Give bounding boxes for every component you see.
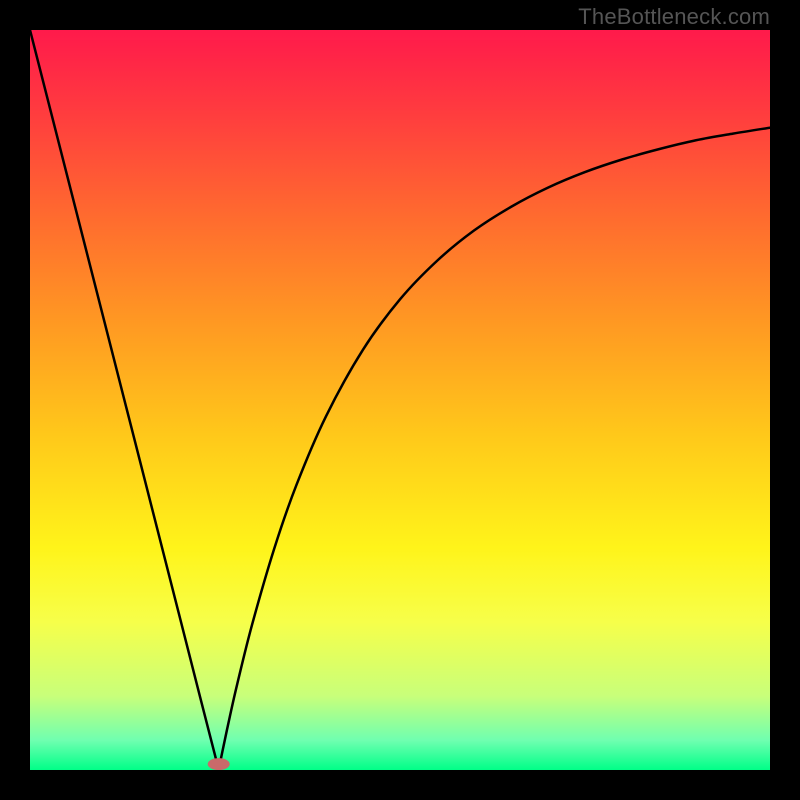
- watermark-text: TheBottleneck.com: [578, 4, 770, 30]
- gradient-bg: [30, 30, 770, 770]
- minimum-marker: [208, 758, 230, 770]
- chart-svg: [30, 30, 770, 770]
- plot-area: [30, 30, 770, 770]
- chart-frame: TheBottleneck.com: [0, 0, 800, 800]
